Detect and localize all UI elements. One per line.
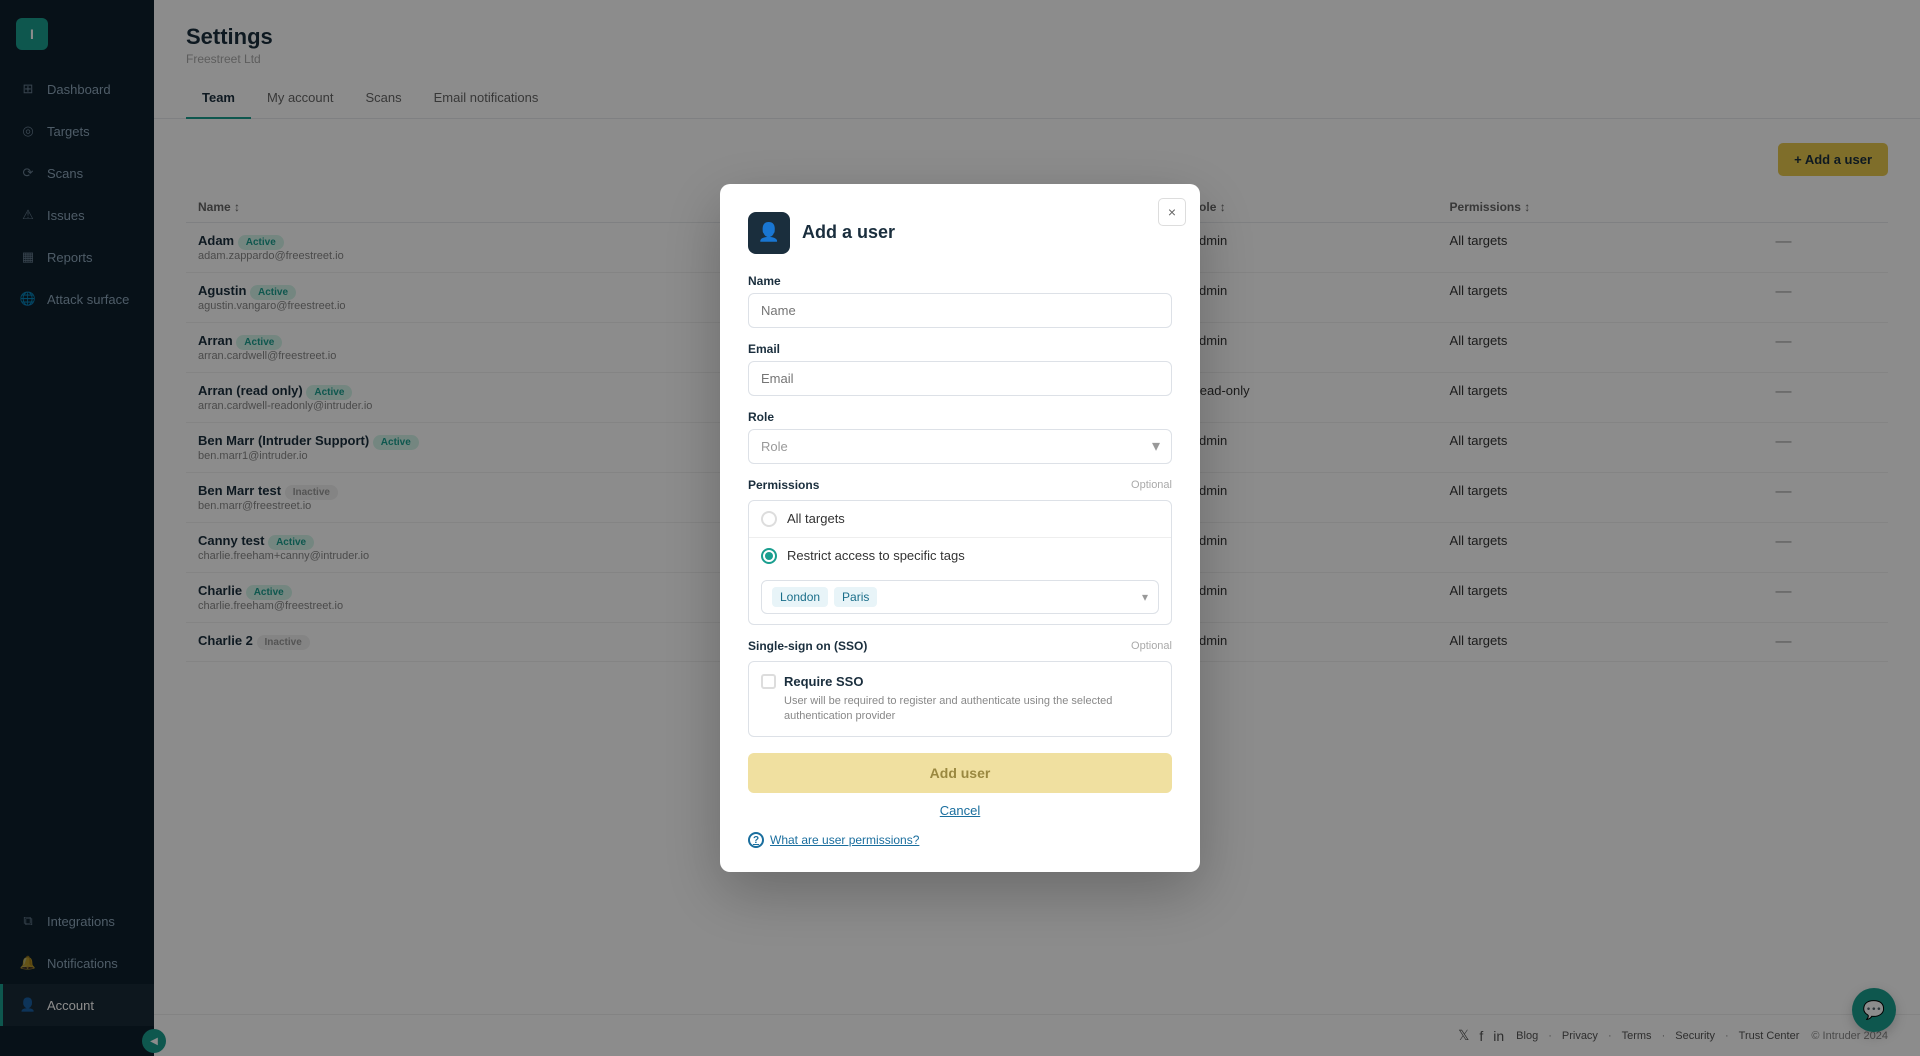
permissions-label: Permissions xyxy=(748,478,819,492)
tags-selector[interactable]: London Paris ▾ xyxy=(761,580,1159,614)
role-select-wrapper: Role Admin Read-only xyxy=(748,429,1172,464)
sso-label: Single-sign on (SSO) xyxy=(748,639,867,653)
permissions-box: All targets Restrict access to specific … xyxy=(748,500,1172,625)
all-targets-radio[interactable] xyxy=(761,511,777,527)
modal-header: 👤 Add a user xyxy=(748,212,1172,254)
add-user-modal: 👤 Add a user × Name Email Role Role Admi… xyxy=(720,184,1200,873)
permissions-section: Permissions Optional All targets Restric… xyxy=(748,478,1172,625)
sso-box: Require SSO User will be required to reg… xyxy=(748,661,1172,738)
sso-checkbox-row: Require SSO xyxy=(761,674,1159,689)
help-label: What are user permissions? xyxy=(770,833,919,847)
name-label: Name xyxy=(748,274,1172,288)
tag-london[interactable]: London xyxy=(772,587,828,607)
role-label: Role xyxy=(748,410,1172,424)
add-user-modal-button[interactable]: Add user xyxy=(748,753,1172,793)
help-icon: ? xyxy=(748,832,764,848)
restrict-access-radio[interactable] xyxy=(761,548,777,564)
modal-avatar-icon: 👤 xyxy=(748,212,790,254)
modal-overlay[interactable]: 👤 Add a user × Name Email Role Role Admi… xyxy=(0,0,1920,1056)
modal-close-button[interactable]: × xyxy=(1158,198,1186,226)
email-label: Email xyxy=(748,342,1172,356)
modal-title: Add a user xyxy=(802,222,895,243)
require-sso-label: Require SSO xyxy=(784,674,863,689)
role-select[interactable]: Role Admin Read-only xyxy=(748,429,1172,464)
require-sso-checkbox[interactable] xyxy=(761,674,776,689)
tags-dropdown-arrow: ▾ xyxy=(1142,590,1148,604)
sso-header: Single-sign on (SSO) Optional xyxy=(748,639,1172,653)
sso-optional: Optional xyxy=(1131,640,1172,652)
restrict-access-option[interactable]: Restrict access to specific tags xyxy=(749,538,1171,574)
sso-section: Single-sign on (SSO) Optional Require SS… xyxy=(748,639,1172,738)
all-targets-label: All targets xyxy=(787,511,845,526)
permissions-optional: Optional xyxy=(1131,479,1172,491)
email-input[interactable] xyxy=(748,361,1172,396)
name-input[interactable] xyxy=(748,293,1172,328)
email-field-group: Email xyxy=(748,342,1172,396)
help-link[interactable]: ? What are user permissions? xyxy=(748,832,1172,848)
tag-paris[interactable]: Paris xyxy=(834,587,877,607)
permissions-header: Permissions Optional xyxy=(748,478,1172,492)
sso-description: User will be required to register and au… xyxy=(784,694,1159,725)
all-targets-option[interactable]: All targets xyxy=(749,501,1171,538)
restrict-access-label: Restrict access to specific tags xyxy=(787,548,965,563)
cancel-link[interactable]: Cancel xyxy=(748,803,1172,818)
name-field-group: Name xyxy=(748,274,1172,328)
role-field-group: Role Role Admin Read-only xyxy=(748,410,1172,464)
